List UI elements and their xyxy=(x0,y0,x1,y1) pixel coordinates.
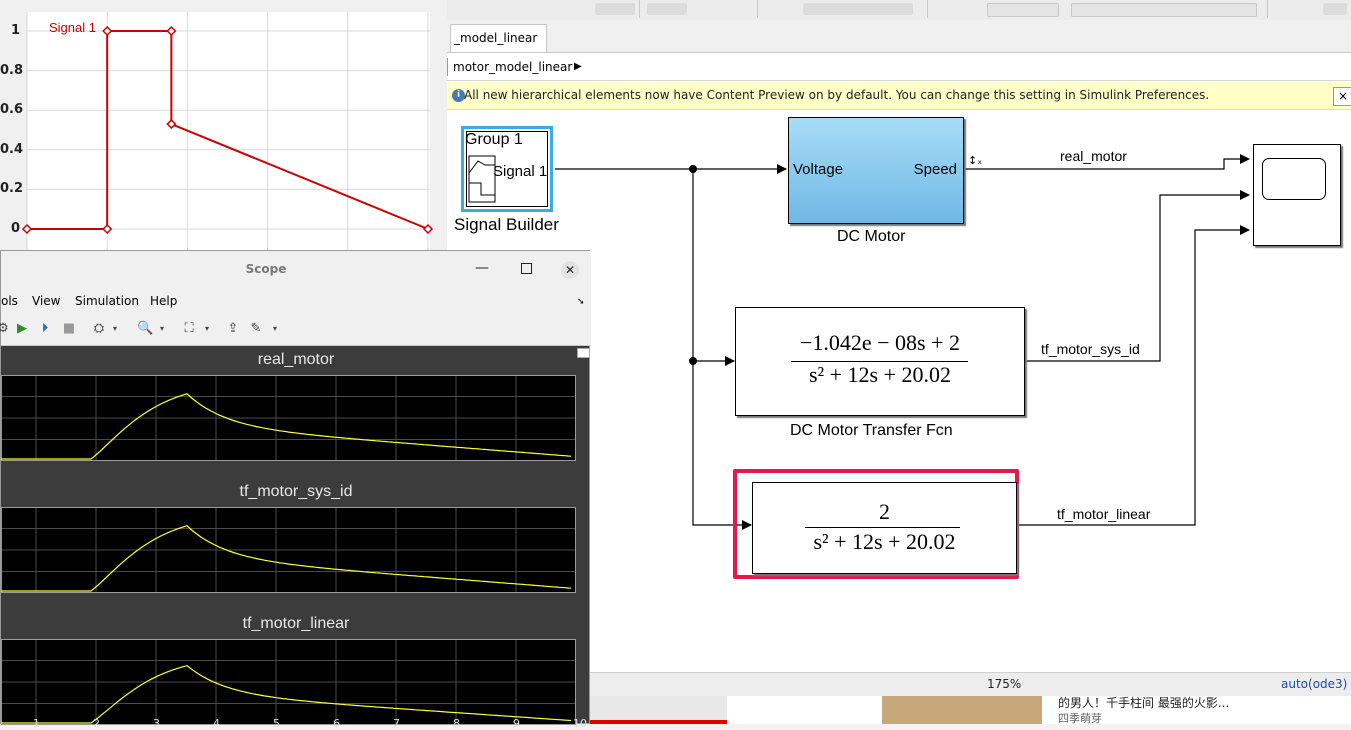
signal-label-real-motor[interactable]: real_motor xyxy=(1060,148,1127,164)
info-bar: i All new hierarchical elements now have… xyxy=(447,82,1351,110)
y-tick-label: 1 xyxy=(10,23,20,38)
toolbar-button[interactable] xyxy=(1323,3,1347,15)
dc-motor-output-port: Speed xyxy=(913,161,957,178)
run-icon[interactable]: ▶ xyxy=(14,321,30,337)
breadcrumb: motor_model_linear ▶ xyxy=(447,54,1351,81)
menu-view[interactable]: View xyxy=(32,294,60,308)
signal-legend-label: Signal 1 xyxy=(49,20,96,35)
signal-label-tf-motor-sys-id[interactable]: tf_motor_sys_id xyxy=(1041,341,1140,357)
scope-axis-title: tf_motor_linear xyxy=(242,615,350,632)
chevron-down-icon[interactable]: ▾ xyxy=(267,321,283,337)
step-forward-icon[interactable]: ⏵ xyxy=(37,321,53,337)
signal-builder-name[interactable]: Signal Builder xyxy=(454,215,559,235)
signal-builder-output: Signal 1 xyxy=(493,163,548,180)
y-tick-label: 0.2 xyxy=(0,181,24,197)
y-tick-label: 0.4 xyxy=(0,141,24,157)
highlight-block-icon[interactable]: ⛭ xyxy=(91,321,107,337)
background-text[interactable]: 的男人！千手柱间 最强的火影... xyxy=(1058,694,1229,711)
toolbar-button[interactable] xyxy=(595,3,635,15)
signal-label-tf-motor-linear[interactable]: tf_motor_linear xyxy=(1057,506,1150,522)
signal-builder-group: Group 1 xyxy=(465,131,523,148)
signal-builder-block[interactable]: Group 1 Signal 1 xyxy=(461,126,553,212)
y-tick-label: 0 xyxy=(10,221,20,236)
scope-axis-tf-motor-linear[interactable] xyxy=(1,639,576,725)
signal-builder-plot: 1 0.8 0.6 0.4 0.2 0 Signal 1 xyxy=(0,0,447,250)
scope-toolbar: ⚙ ▶ ⏵ ■ ⛭ ▾ 🔍 ▾ ⛶ ▾ ⇪ ✎ ▾ xyxy=(0,313,591,346)
scope-axis-title: tf_motor_sys_id xyxy=(239,483,353,500)
maximize-icon[interactable] xyxy=(521,263,532,274)
tf-linear-denominator: s² + 12s + 20.02 xyxy=(813,529,956,554)
y-tick-label: 0.6 xyxy=(0,102,24,118)
scope-title: Scope xyxy=(245,262,287,276)
edit-icon[interactable]: ✎ xyxy=(248,321,264,337)
y-tick-label: 0.8 xyxy=(0,62,24,78)
plot-area xyxy=(27,12,430,250)
zoom-level: 175% xyxy=(987,677,1022,691)
zoom-icon[interactable]: 🔍 xyxy=(137,321,153,337)
info-message: All new hierarchical elements now have C… xyxy=(464,88,1210,102)
background-progress xyxy=(590,720,727,724)
signal-plot-svg xyxy=(21,12,434,250)
dc-motor-name[interactable]: DC Motor xyxy=(837,228,905,246)
svg-text:↕ₓ: ↕ₓ xyxy=(968,154,982,167)
stop-time-field[interactable] xyxy=(987,3,1059,17)
menu-simulation[interactable]: Simulation xyxy=(75,294,139,308)
scope-trace xyxy=(1,664,572,724)
menu-help[interactable]: Help xyxy=(150,294,177,308)
breadcrumb-arrow-icon[interactable]: ▶ xyxy=(574,54,582,80)
tf-sys-id-denominator: s² + 12s + 20.02 xyxy=(808,362,952,387)
toolbar-button[interactable] xyxy=(803,3,913,15)
fraction-bar xyxy=(805,527,960,528)
undock-icon[interactable]: ➘ xyxy=(577,297,585,307)
scope-block[interactable] xyxy=(1253,144,1341,246)
chevron-down-icon[interactable]: ▾ xyxy=(199,321,215,337)
autoscale-icon[interactable]: ⛶ xyxy=(181,321,197,337)
scope-window: Scope — ✕ ols View Simulation Help ➘ ⚙ ▶… xyxy=(0,250,591,730)
scope-axis-tf-motor-sys-id[interactable] xyxy=(1,507,576,593)
cursor-icon[interactable]: ⇪ xyxy=(225,321,241,337)
tab-motor-model-linear[interactable]: _model_linear xyxy=(450,24,547,52)
chevron-down-icon[interactable]: ▾ xyxy=(107,321,123,337)
tf-linear-numerator: 2 xyxy=(879,499,890,524)
dc-motor-block[interactable]: Voltage Speed xyxy=(788,117,964,224)
background-thumbnail xyxy=(882,696,1042,724)
minimize-icon[interactable]: — xyxy=(475,260,489,276)
settings-icon[interactable]: ⚙ xyxy=(0,321,11,337)
simulink-toolbar xyxy=(447,0,1351,21)
menu-tools[interactable]: ols xyxy=(1,294,18,308)
scope-axis-real-motor[interactable] xyxy=(1,375,576,461)
scope-titlebar: Scope — ✕ xyxy=(1,251,591,289)
info-close-button[interactable]: × xyxy=(1333,87,1351,106)
tf-sys-id-name[interactable]: DC Motor Transfer Fcn xyxy=(790,422,953,440)
toolbar-button[interactable] xyxy=(647,3,687,15)
scope-screen-icon xyxy=(1262,158,1326,200)
stop-icon[interactable]: ■ xyxy=(61,321,77,337)
solver-link[interactable]: auto(ode3) xyxy=(1281,677,1347,691)
dc-motor-input-port: Voltage xyxy=(793,161,844,178)
background-webpage: 的男人！千手柱间 最强的火影... 四季萌芽 xyxy=(590,694,1351,725)
model-tabbar: _model_linear xyxy=(447,20,1351,53)
close-icon[interactable]: ✕ xyxy=(561,261,579,279)
breadcrumb-edge xyxy=(447,58,451,76)
scope-trace xyxy=(1,525,572,592)
branch-point xyxy=(689,357,697,365)
scope-axis-title: real_motor xyxy=(257,351,335,368)
tf-sys-id-block[interactable]: −1.042e − 08s + 2 s² + 12s + 20.02 xyxy=(735,307,1025,416)
breadcrumb-model[interactable]: motor_model_linear xyxy=(453,54,572,80)
tf-linear-block[interactable]: 2 s² + 12s + 20.02 xyxy=(752,482,1017,574)
mode-select[interactable] xyxy=(1071,3,1257,17)
scope-menubar: ols View Simulation Help ➘ xyxy=(1,289,591,313)
branch-point xyxy=(689,165,697,173)
chevron-down-icon[interactable]: ▾ xyxy=(154,321,170,337)
scope-trace xyxy=(1,393,572,460)
tf-sys-id-numerator: −1.042e − 08s + 2 xyxy=(799,330,961,355)
